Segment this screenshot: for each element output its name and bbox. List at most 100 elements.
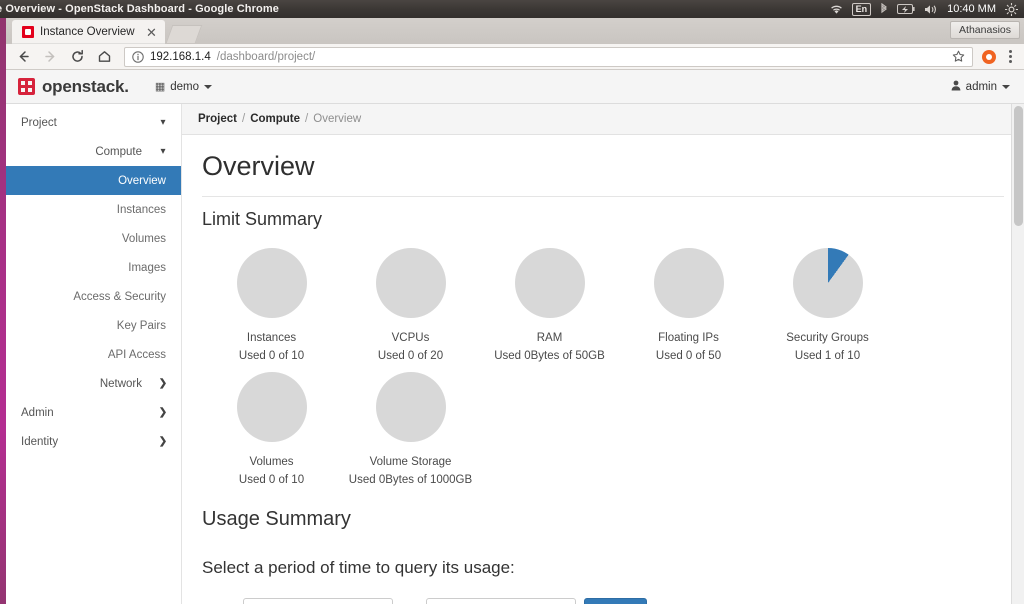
reload-icon[interactable] <box>68 48 86 66</box>
clock[interactable]: 10:40 MM <box>947 3 996 15</box>
sidebar-item-images[interactable]: Images <box>6 253 181 282</box>
project-selector[interactable]: ▦ demo <box>155 80 212 93</box>
kebab-menu-icon[interactable] <box>1005 50 1016 63</box>
breadcrumb: Project / Compute / Overview <box>182 104 1024 135</box>
quota-label: RAM <box>536 332 563 344</box>
grid-icon: ▦ <box>154 81 166 93</box>
battery-icon[interactable] <box>897 4 915 14</box>
chevron-right-icon: ❯ <box>158 407 168 418</box>
page-scrollbar[interactable] <box>1011 104 1024 604</box>
usage-period-prompt: Select a period of time to query its usa… <box>202 558 515 577</box>
quota-donut-ram <box>514 248 585 318</box>
quota-label: Floating IPs <box>658 332 719 344</box>
sidebar-item-label: Instances <box>116 203 166 216</box>
page-body: Project ▾ Compute ▾ Overview Instances V <box>6 104 1024 604</box>
user-menu[interactable]: admin <box>951 80 1012 94</box>
quota-card-volume-storage: Volume Storage Used 0Bytes of 1000GB <box>341 362 480 486</box>
star-icon[interactable] <box>952 50 965 63</box>
sidebar-item-api-access[interactable]: API Access <box>6 340 181 369</box>
volume-icon[interactable] <box>924 4 938 15</box>
quota-label: VCPUs <box>391 332 430 344</box>
sidebar-item-admin[interactable]: Admin ❯ <box>6 398 181 427</box>
quota-label: Instances <box>246 332 297 344</box>
submit-button[interactable]: Submit <box>583 598 648 604</box>
chrome-window: Instance Overview - ✕ Athanasios 192.168… <box>6 18 1024 604</box>
user-menu-label: admin <box>965 80 997 93</box>
back-arrow-icon[interactable] <box>14 48 32 66</box>
sidebar-item-instances[interactable]: Instances <box>6 195 181 224</box>
home-icon[interactable] <box>95 48 113 66</box>
quota-card-volumes: Volumes Used 0 of 10 <box>202 362 341 486</box>
openstack-logo-icon <box>18 78 35 95</box>
quota-label: Security Groups <box>786 332 869 344</box>
breadcrumb-item-compute[interactable]: Compute <box>250 113 300 125</box>
caret-down-icon <box>204 84 212 89</box>
quota-donut-volume-storage <box>375 372 446 442</box>
breadcrumb-item-overview: Overview <box>313 113 362 125</box>
quota-used-text: Used 0Bytes of 1000GB <box>348 474 473 486</box>
sidebar-item-key-pairs[interactable]: Key Pairs <box>6 311 181 340</box>
caret-down-icon <box>1002 84 1010 89</box>
breadcrumb-separator: / <box>242 113 246 125</box>
project-selector-label: demo <box>170 80 199 93</box>
sidebar-item-overview[interactable]: Overview <box>6 166 181 195</box>
keyboard-layout-indicator[interactable]: En <box>851 2 872 16</box>
screen: e Overview - OpenStack Dashboard - Googl… <box>0 0 1024 604</box>
sidebar-item-project[interactable]: Project ▾ <box>6 108 181 137</box>
address-bar[interactable]: 192.168.1.4/dashboard/project/ <box>124 46 973 67</box>
content-inner: Overview Limit Summary Instances Used 0 … <box>182 151 1024 604</box>
to-date-input[interactable] <box>425 598 576 604</box>
system-tray: En 10:40 MM <box>830 2 1024 16</box>
quota-label: Volumes <box>249 456 294 468</box>
browser-tab[interactable]: Instance Overview - ✕ <box>12 20 165 44</box>
close-icon[interactable]: ✕ <box>144 26 159 39</box>
extension-icon[interactable] <box>982 49 996 64</box>
os-top-panel: e Overview - OpenStack Dashboard - Googl… <box>0 0 1024 18</box>
chevron-right-icon: ❯ <box>158 436 168 447</box>
sidebar-item-network[interactable]: Network ❯ <box>6 369 181 398</box>
sidebar-item-label: API Access <box>107 348 166 361</box>
sidebar-item-label: Project <box>21 116 57 129</box>
quota-donut-vcpus <box>375 248 446 318</box>
user-icon <box>951 80 961 94</box>
sidebar-item-label: Compute <box>95 145 142 158</box>
new-tab-icon[interactable] <box>165 25 203 43</box>
gear-icon[interactable] <box>1005 2 1018 16</box>
quota-used-text: Used 1 of 10 <box>794 350 861 362</box>
sidebar-item-volumes[interactable]: Volumes <box>6 224 181 253</box>
breadcrumb-item-project[interactable]: Project <box>198 113 237 125</box>
window-user-button[interactable]: Athanasios <box>950 21 1020 39</box>
from-date-input[interactable] <box>242 598 393 604</box>
openstack-favicon <box>22 26 34 38</box>
openstack-logo[interactable]: openstack. <box>18 77 129 97</box>
sidebar-item-access-and-security[interactable]: Access & Security <box>6 282 181 311</box>
quota-donut-floating-ips <box>653 248 724 318</box>
chevron-down-icon: ▾ <box>160 146 166 157</box>
quota-donut-security-groups <box>792 248 863 318</box>
chevron-right-icon: ❯ <box>158 378 168 389</box>
scrollbar-thumb[interactable] <box>1014 106 1023 226</box>
info-circle-icon[interactable] <box>132 50 144 63</box>
sidebar-item-label: Identity <box>21 435 59 448</box>
url-host: 192.168.1.4 <box>150 50 211 63</box>
quota-card-floating-ips: Floating IPs Used 0 of 50 <box>619 238 758 362</box>
quota-used-text: Used 0 of 20 <box>377 350 444 362</box>
wifi-icon[interactable] <box>830 4 843 15</box>
quota-used-text: Used 0Bytes of 50GB <box>494 350 605 362</box>
quota-label: Volume Storage <box>369 456 452 468</box>
limit-summary-heading: Limit Summary <box>202 209 323 229</box>
quota-chart-grid: Instances Used 0 of 10 VCPUs Used 0 of 2… <box>202 238 1004 486</box>
browser-toolbar: 192.168.1.4/dashboard/project/ <box>6 44 1024 70</box>
openstack-logo-text: openstack. <box>42 76 129 96</box>
sidebar-item-label: Access & Security <box>73 290 166 303</box>
page-title: Overview <box>202 151 1004 197</box>
chevron-down-icon: ▾ <box>160 117 166 128</box>
forward-arrow-icon <box>41 48 59 66</box>
sidebar-item-identity[interactable]: Identity ❯ <box>6 427 181 456</box>
sidebar-item-compute[interactable]: Compute ▾ <box>6 137 181 166</box>
browser-tab-title: Instance Overview - <box>40 26 138 38</box>
sidebar-item-label: Volumes <box>121 232 166 245</box>
bluetooth-icon[interactable] <box>880 3 888 15</box>
quota-donut-volumes <box>236 372 307 442</box>
quota-card-security-groups: Security Groups Used 1 of 10 <box>758 238 897 362</box>
